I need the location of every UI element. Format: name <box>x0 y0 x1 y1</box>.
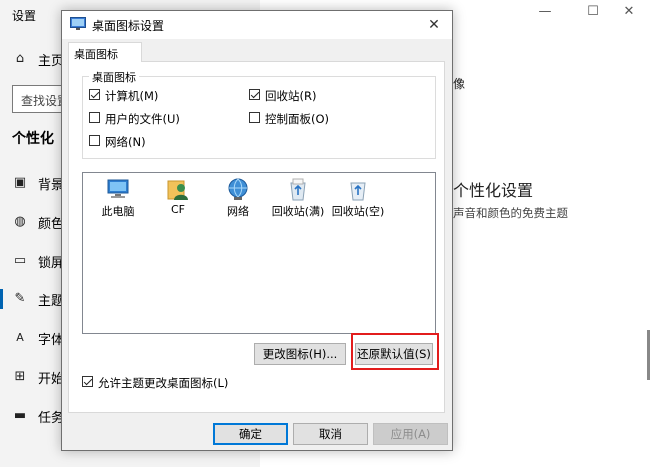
group-label: 桌面图标 <box>89 69 139 85</box>
close-button[interactable]: ✕ <box>614 4 644 19</box>
list-item-network[interactable]: 网络 <box>207 177 269 218</box>
section-title: 个性化 <box>12 131 54 147</box>
checkbox-label: 允许主题更改桌面图标(L) <box>98 376 229 390</box>
desktop-settings-icon <box>70 17 86 30</box>
network-icon <box>228 178 248 200</box>
palette-icon: ◍ <box>14 214 26 229</box>
checkbox-box[interactable] <box>89 89 100 100</box>
list-item-this-pc[interactable]: 此电脑 <box>87 177 149 218</box>
desktop-icon-settings-dialog: 桌面图标设置 ✕ 桌面图标 桌面图标 计算机(M) 回收站(R) 用户的文件(U… <box>61 10 453 451</box>
lock-screen-icon: ▭ <box>13 253 27 268</box>
user-folder-icon <box>167 180 188 200</box>
recycle-bin-empty-icon <box>350 182 366 201</box>
brush-icon: ✎ <box>14 291 26 306</box>
maximize-button[interactable]: ☐ <box>578 4 608 19</box>
recycle-bin-full-icon <box>290 178 306 201</box>
dialog-titlebar: 桌面图标设置 ✕ <box>62 11 452 39</box>
highlight-box <box>351 333 439 370</box>
checkbox-box[interactable] <box>89 135 100 146</box>
image-icon: ▣ <box>13 175 27 190</box>
desktop-icon-list[interactable]: 此电脑 CF 网络 回收站(满) 回收站(空) <box>82 172 436 334</box>
dialog-title: 桌面图标设置 <box>92 19 165 33</box>
checkbox-box[interactable] <box>89 112 100 123</box>
minimize-button[interactable]: — <box>530 4 560 19</box>
list-item-user-folder[interactable]: CF <box>147 177 209 217</box>
list-item-recycle-bin-full[interactable]: 回收站(满) <box>267 177 329 218</box>
change-icon-button[interactable]: 更改图标(H)... <box>254 343 346 365</box>
list-item-recycle-bin-empty[interactable]: 回收站(空) <box>327 177 389 218</box>
taskbar-icon: ▬ <box>13 408 27 423</box>
apply-button[interactable]: 应用(A) <box>373 423 448 445</box>
checkbox-label: 网络(N) <box>105 135 146 149</box>
checkbox-box[interactable] <box>249 112 260 123</box>
desktop-icons-group: 桌面图标 计算机(M) 回收站(R) 用户的文件(U) 控制面板(O) 网络(N… <box>82 69 436 159</box>
tab-label: 桌面图标 <box>74 48 118 61</box>
computer-icon <box>107 179 129 198</box>
start-menu-icon: ⊞ <box>14 369 26 384</box>
tab-desktop-icons[interactable]: 桌面图标 <box>68 42 142 62</box>
personalize-subtext: 声音和颜色的免费主题 <box>453 206 568 220</box>
settings-app-title: 设置 <box>12 9 37 23</box>
icon-caption: 回收站(空) <box>331 205 385 218</box>
checkbox-box[interactable] <box>82 376 93 387</box>
close-icon[interactable]: ✕ <box>422 14 446 36</box>
font-icon: A <box>16 331 24 344</box>
personalize-heading: 个性化设置 <box>453 181 534 200</box>
checkbox-label: 用户的文件(U) <box>105 112 180 126</box>
checkbox-label: 回收站(R) <box>265 89 317 103</box>
right-top-text: 像 <box>453 77 466 91</box>
checkbox-box[interactable] <box>249 89 260 100</box>
checkbox-label: 控制面板(O) <box>265 112 330 126</box>
home-icon: ⌂ <box>15 51 25 66</box>
cancel-button[interactable]: 取消 <box>293 423 368 445</box>
checkbox-label: 计算机(M) <box>105 89 159 103</box>
ok-button[interactable]: 确定 <box>213 423 288 445</box>
